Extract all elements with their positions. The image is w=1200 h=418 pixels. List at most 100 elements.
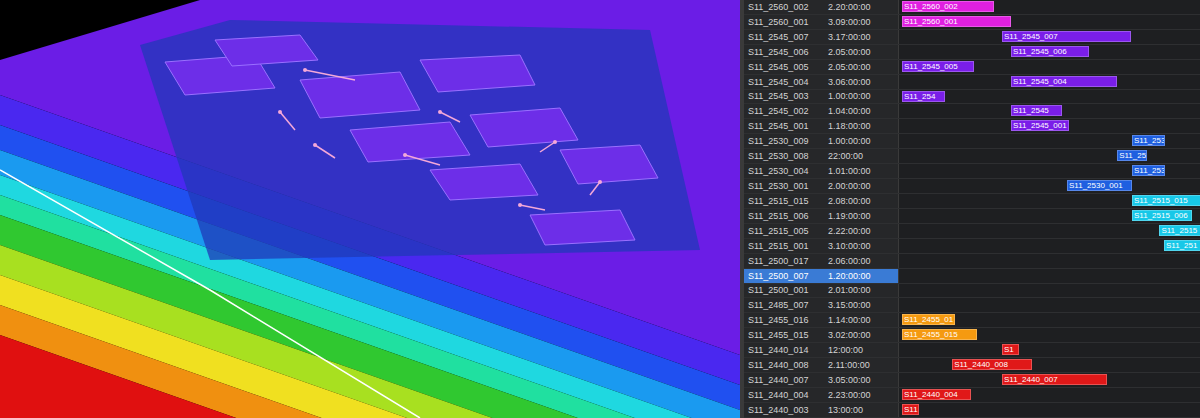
task-info[interactable]: S11_2530_00822:00:00 [744, 149, 898, 163]
task-info[interactable]: S11_2560_0013.09:00:00 [744, 15, 898, 29]
task-row[interactable]: S11_2530_0041.01:00:00 S11_253 [744, 164, 1200, 179]
gantt-bar[interactable]: S11_2515_015 [1132, 195, 1200, 206]
gantt-track [898, 298, 1200, 312]
task-info[interactable]: S11_2545_0062.05:00:00 [744, 45, 898, 59]
task-row[interactable]: S11_2530_00822:00:00 S11_25 [744, 149, 1200, 164]
task-row[interactable]: S11_2455_0161.14:00:00 S11_2455_01 [744, 313, 1200, 328]
task-row[interactable]: S11_2440_0082.11:00:00 S11_2440_008 [744, 358, 1200, 373]
gantt-track: S11_2560_001 [898, 15, 1200, 29]
task-row[interactable]: S11_2500_0071.20:00:00 [744, 269, 1200, 284]
bar-label: S11_2455_015 [903, 330, 958, 339]
task-info[interactable]: S11_2530_0012.00:00:00 [744, 179, 898, 193]
task-row[interactable]: S11_2440_01412:00:00 S1 [744, 343, 1200, 358]
gantt-bar[interactable]: S11_2545_001 [1011, 120, 1069, 131]
task-info[interactable]: S11_2545_0011.18:00:00 [744, 119, 898, 133]
task-info[interactable]: S11_2545_0021.04:00:00 [744, 104, 898, 118]
gantt-bar[interactable]: S11_2560_001 [902, 16, 1011, 27]
gantt-bar[interactable]: S11_254 [902, 91, 945, 102]
task-info[interactable]: S11_2545_0052.05:00:00 [744, 60, 898, 74]
task-info[interactable]: S11_2455_0161.14:00:00 [744, 313, 898, 327]
gantt-bar[interactable]: S11_2545 [1011, 105, 1062, 116]
task-info[interactable]: S11_2500_0071.20:00:00 [744, 269, 898, 283]
layer-band[interactable] [0, 335, 740, 418]
task-info[interactable]: S11_2440_0042.23:00:00 [744, 388, 898, 402]
bar-label: S11_25 [1118, 151, 1146, 160]
task-row[interactable]: S11_2560_0013.09:00:00 S11_2560_001 [744, 15, 1200, 30]
task-row[interactable]: S11_2530_0012.00:00:00 S11_2530_001 [744, 179, 1200, 194]
task-info[interactable]: S11_2440_0082.11:00:00 [744, 358, 898, 372]
task-info[interactable]: S11_2515_0013.10:00:00 [744, 239, 898, 253]
task-row[interactable]: S11_2515_0061.19:00:00 S11_2515_006 [744, 209, 1200, 224]
task-info[interactable]: S11_2515_0152.08:00:00 [744, 194, 898, 208]
gantt-bar[interactable]: S11_2545_006 [1011, 46, 1089, 57]
task-row[interactable]: S11_2530_0091.00:00:00 S11_253 [744, 134, 1200, 149]
gantt-track: S11_25 [898, 149, 1200, 163]
pit-block[interactable] [430, 164, 538, 200]
gantt-bar[interactable]: S1 [1002, 344, 1019, 355]
task-info[interactable]: S11_2485_0073.15:00:00 [744, 298, 898, 312]
gantt-bar[interactable]: S11_253 [1132, 165, 1165, 176]
gantt-bar[interactable]: S11_2545_005 [902, 61, 974, 72]
task-info[interactable]: S11_2455_0153.02:00:00 [744, 328, 898, 342]
task-row[interactable]: S11_2500_0012.01:00:00 [744, 284, 1200, 299]
task-duration: 2.11:00:00 [828, 360, 898, 370]
task-row[interactable]: S11_2560_0022.20:00:00 S11_2560_002 [744, 0, 1200, 15]
task-info[interactable]: S11_2545_0073.17:00:00 [744, 30, 898, 44]
gantt-bar[interactable]: S11_2515 [1159, 225, 1200, 236]
gantt-bar[interactable]: S11_2455_015 [902, 329, 977, 340]
task-row[interactable]: S11_2500_0172.06:00:00 [744, 254, 1200, 269]
direction-arrow-icon [518, 203, 545, 210]
bar-label: S11_2545_005 [903, 62, 958, 71]
gantt-bar[interactable]: S11_2440_004 [902, 389, 971, 400]
task-row[interactable]: S11_2545_0052.05:00:00 S11_2545_005 [744, 60, 1200, 75]
task-row[interactable]: S11_2545_0043.06:00:00 S11_2545_004 [744, 75, 1200, 90]
task-row[interactable]: S11_2545_0073.17:00:00 S11_2545_007 [744, 30, 1200, 45]
pit-block[interactable] [470, 108, 578, 147]
gantt-track: S11_2515 [898, 224, 1200, 238]
task-info[interactable]: S11_2545_0031.00:00:00 [744, 90, 898, 104]
task-info[interactable]: S11_2440_0073.05:00:00 [744, 373, 898, 387]
task-info[interactable]: S11_2530_0041.01:00:00 [744, 164, 898, 178]
gantt-bar[interactable]: S11_2440_007 [1002, 374, 1107, 385]
gantt-bar[interactable]: S11_2560_002 [902, 1, 994, 12]
task-info[interactable]: S11_2500_0172.06:00:00 [744, 254, 898, 268]
gantt-bar[interactable]: S11_25 [1117, 150, 1147, 161]
pit-block[interactable] [420, 55, 535, 92]
task-row[interactable]: S11_2545_0062.05:00:00 S11_2545_006 [744, 45, 1200, 60]
task-row[interactable]: S11_2545_0031.00:00:00 S11_254 [744, 90, 1200, 105]
task-info[interactable]: S11_2515_0052.22:00:00 [744, 224, 898, 238]
task-info[interactable]: S11_2560_0022.20:00:00 [744, 0, 898, 14]
task-row[interactable]: S11_2515_0052.22:00:00 S11_2515 [744, 224, 1200, 239]
task-info[interactable]: S11_2545_0043.06:00:00 [744, 75, 898, 89]
task-row[interactable]: S11_2455_0153.02:00:00 S11_2455_015 [744, 328, 1200, 343]
pit-block[interactable] [560, 145, 658, 184]
gantt-bar[interactable]: S11_2455_01 [902, 314, 955, 325]
task-name: S11_2545_003 [744, 91, 828, 101]
gantt-bar[interactable]: S11_2515_006 [1132, 210, 1192, 221]
task-info[interactable]: S11_2530_0091.00:00:00 [744, 134, 898, 148]
bar-label: S11_2440_004 [903, 390, 958, 399]
gantt-bar[interactable]: S11 [902, 404, 919, 415]
gantt-bar[interactable]: S11_253 [1132, 135, 1165, 146]
task-row[interactable]: S11_2545_0011.18:00:00 S11_2545_001 [744, 119, 1200, 134]
gantt-bar[interactable]: S11_251 [1164, 240, 1200, 251]
gantt-bar[interactable]: S11_2545_004 [1011, 76, 1117, 87]
task-row[interactable]: S11_2440_0073.05:00:00 S11_2440_007 [744, 373, 1200, 388]
task-info[interactable]: S11_2440_01412:00:00 [744, 343, 898, 357]
task-row[interactable]: S11_2440_00313:00:00 S11 [744, 403, 1200, 418]
pit-block[interactable] [215, 35, 318, 66]
task-row[interactable]: S11_2545_0021.04:00:00 S11_2545 [744, 104, 1200, 119]
pit-block[interactable] [530, 210, 635, 245]
task-row[interactable]: S11_2440_0042.23:00:00 S11_2440_004 [744, 388, 1200, 403]
task-info[interactable]: S11_2515_0061.19:00:00 [744, 209, 898, 223]
3d-view[interactable] [0, 0, 740, 418]
pit-block[interactable] [300, 72, 420, 118]
task-row[interactable]: S11_2485_0073.15:00:00 [744, 298, 1200, 313]
task-row[interactable]: S11_2515_0013.10:00:00 S11_251 [744, 239, 1200, 254]
gantt-bar[interactable]: S11_2440_008 [952, 359, 1032, 370]
gantt-bar[interactable]: S11_2545_007 [1002, 31, 1131, 42]
task-info[interactable]: S11_2440_00313:00:00 [744, 403, 898, 417]
gantt-bar[interactable]: S11_2530_001 [1067, 180, 1132, 191]
task-row[interactable]: S11_2515_0152.08:00:00 S11_2515_015 [744, 194, 1200, 209]
task-info[interactable]: S11_2500_0012.01:00:00 [744, 284, 898, 298]
